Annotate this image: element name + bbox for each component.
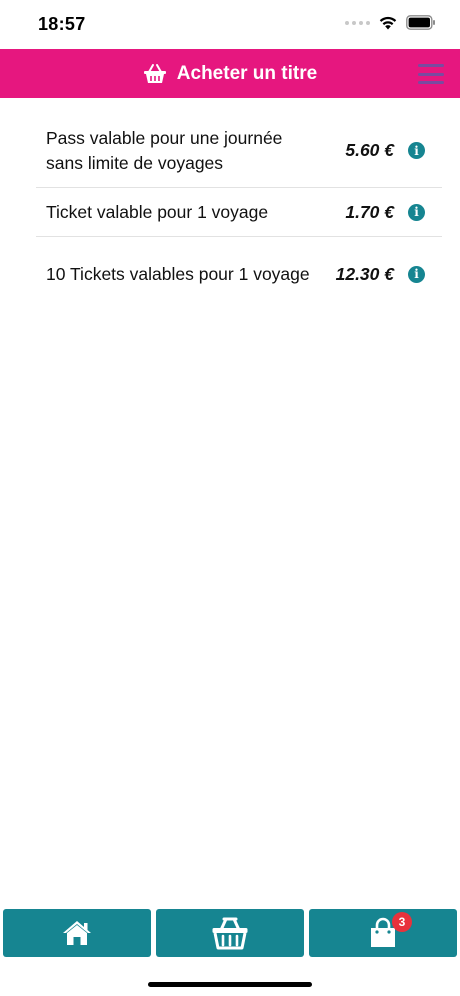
- menu-line: [418, 81, 444, 84]
- info-icon[interactable]: i: [408, 265, 425, 283]
- ticket-price: 5.60 €: [345, 140, 394, 160]
- ticket-label: 10 Tickets valables pour 1 voyage: [46, 263, 310, 284]
- home-icon: [63, 921, 91, 945]
- basket-icon: [143, 64, 166, 83]
- status-time: 18:57: [38, 14, 86, 34]
- battery-icon: [406, 15, 435, 30]
- hamburger-menu-button[interactable]: [418, 64, 444, 84]
- app-header: Acheter un titre: [0, 49, 460, 98]
- cart-count-badge: 3: [392, 912, 412, 932]
- menu-line: [418, 72, 444, 76]
- ticket-row[interactable]: Pass valable pour une journée sans limit…: [36, 114, 442, 188]
- bottom-nav: 3: [3, 909, 457, 957]
- signal-icon: [345, 20, 370, 25]
- shop-button[interactable]: [156, 909, 304, 957]
- status-bar: 18:57: [0, 0, 460, 48]
- ticket-row[interactable]: 10 Tickets valables pour 1 voyage 12.30 …: [36, 237, 442, 311]
- status-icons: [345, 15, 436, 30]
- ticket-label: Ticket valable pour 1 voyage: [46, 201, 269, 222]
- cart-button[interactable]: 3: [309, 909, 457, 957]
- header-title-group: Acheter un titre: [0, 49, 460, 98]
- ticket-price: 12.30 €: [335, 263, 394, 284]
- page-title: Acheter un titre: [176, 62, 318, 84]
- ticket-list: Pass valable pour une journée sans limit…: [36, 114, 442, 311]
- ticket-row[interactable]: Ticket valable pour 1 voyage 1.70 € i: [36, 188, 442, 237]
- menu-line: [418, 64, 444, 67]
- home-button[interactable]: [3, 909, 151, 957]
- basket-icon: [212, 917, 248, 950]
- ticket-label: Pass valable pour une journée sans limit…: [46, 127, 283, 173]
- info-icon[interactable]: i: [408, 142, 425, 159]
- ticket-price: 1.70 €: [345, 201, 394, 222]
- home-indicator: [148, 982, 312, 987]
- info-icon[interactable]: i: [408, 203, 425, 221]
- wifi-icon: [379, 16, 397, 30]
